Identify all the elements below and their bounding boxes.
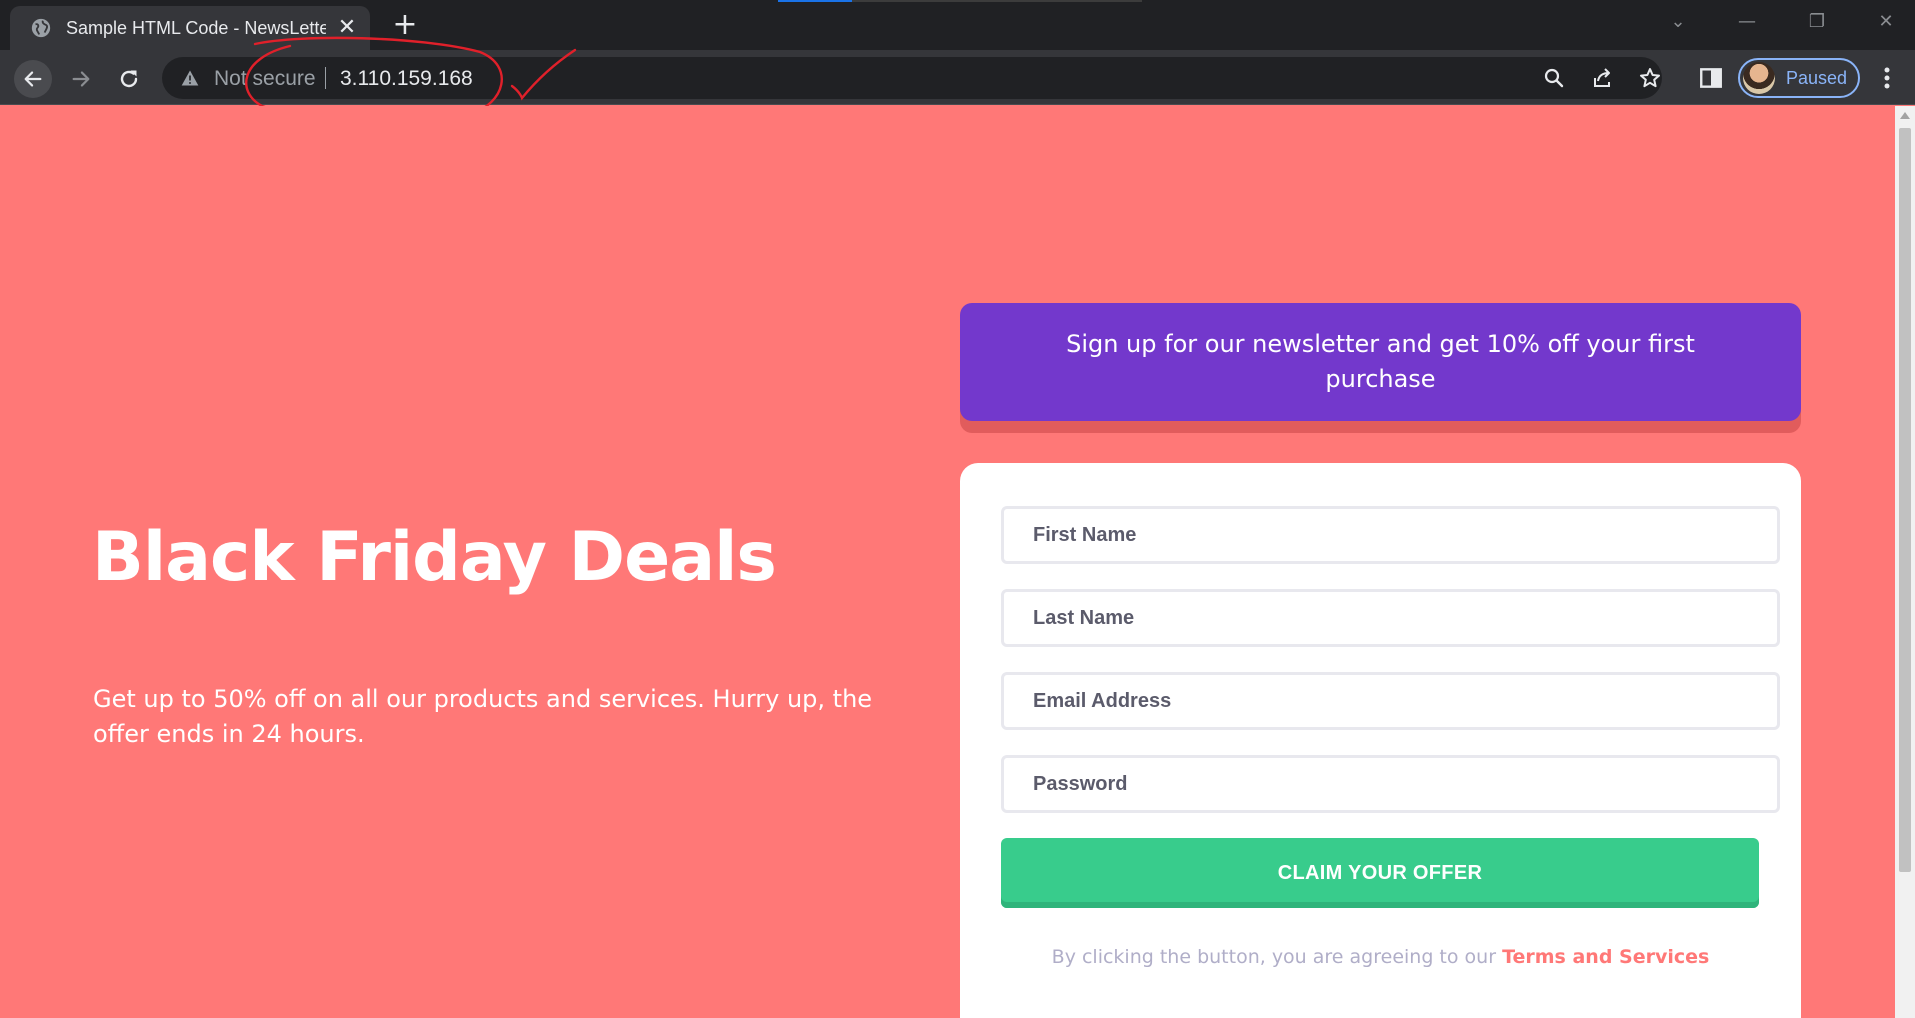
avatar — [1743, 62, 1775, 94]
zoom-search-icon[interactable] — [1542, 66, 1566, 90]
terms-note: By clicking the button, you are agreeing… — [960, 946, 1801, 968]
tab-search-icon[interactable]: ⌄ — [1658, 8, 1698, 36]
reload-button[interactable] — [110, 60, 148, 98]
hero-subtitle: Get up to 50% off on all our products an… — [93, 685, 873, 748]
warning-icon[interactable] — [180, 68, 200, 88]
claim-offer-button[interactable]: CLAIM YOUR OFFER — [1001, 838, 1759, 908]
security-status[interactable]: Not secure — [214, 67, 316, 91]
globe-icon — [31, 18, 51, 38]
restore-icon[interactable]: ❐ — [1797, 8, 1837, 36]
omnibox-divider — [325, 67, 326, 89]
share-icon[interactable] — [1590, 66, 1614, 90]
browser-tab-strip: Sample HTML Code - NewsLetter ✕ + ⌄ — ❐ … — [0, 0, 1915, 50]
bookmark-star-icon[interactable] — [1638, 66, 1662, 90]
terms-link[interactable]: Terms and Services — [1502, 946, 1709, 968]
newsletter-banner: Sign up for our newsletter and get 10% o… — [960, 303, 1801, 421]
window-close-icon[interactable]: ✕ — [1866, 8, 1906, 36]
arrow-left-icon — [24, 71, 42, 87]
tab-title: Sample HTML Code - NewsLetter — [66, 17, 326, 38]
menu-dots-icon[interactable] — [1875, 65, 1899, 91]
reload-icon — [120, 70, 138, 88]
profile-button[interactable]: Paused — [1738, 58, 1860, 98]
scroll-up-icon[interactable] — [1900, 112, 1910, 119]
back-button[interactable] — [14, 60, 52, 98]
close-tab-icon[interactable]: ✕ — [336, 17, 358, 39]
first-name-field[interactable] — [1001, 506, 1780, 564]
minimize-icon[interactable]: — — [1727, 8, 1767, 36]
scrollbar-thumb[interactable] — [1899, 128, 1911, 872]
url-text[interactable]: 3.110.159.168 — [340, 67, 473, 91]
address-bar[interactable]: Not secure 3.110.159.168 — [162, 57, 1662, 99]
forward-button[interactable] — [62, 60, 100, 98]
hero-title: Black Friday Deals — [92, 518, 777, 597]
new-tab-button[interactable]: + — [390, 10, 420, 41]
terms-prefix: By clicking the button, you are agreeing… — [1051, 946, 1503, 968]
profile-status: Paused — [1786, 67, 1848, 88]
tab-loading-indicator — [778, 0, 1142, 2]
password-field[interactable] — [1001, 755, 1780, 813]
signup-form-card: CLAIM YOUR OFFER By clicking the button,… — [960, 463, 1801, 1018]
browser-toolbar: Not secure 3.110.159.168 Paused — [0, 50, 1915, 105]
side-panel-icon[interactable] — [1698, 65, 1724, 91]
vertical-scrollbar[interactable] — [1895, 106, 1915, 1018]
arrow-right-icon — [72, 71, 90, 87]
last-name-field[interactable] — [1001, 589, 1780, 647]
email-field[interactable] — [1001, 672, 1780, 730]
browser-tab[interactable]: Sample HTML Code - NewsLetter ✕ — [10, 6, 370, 50]
